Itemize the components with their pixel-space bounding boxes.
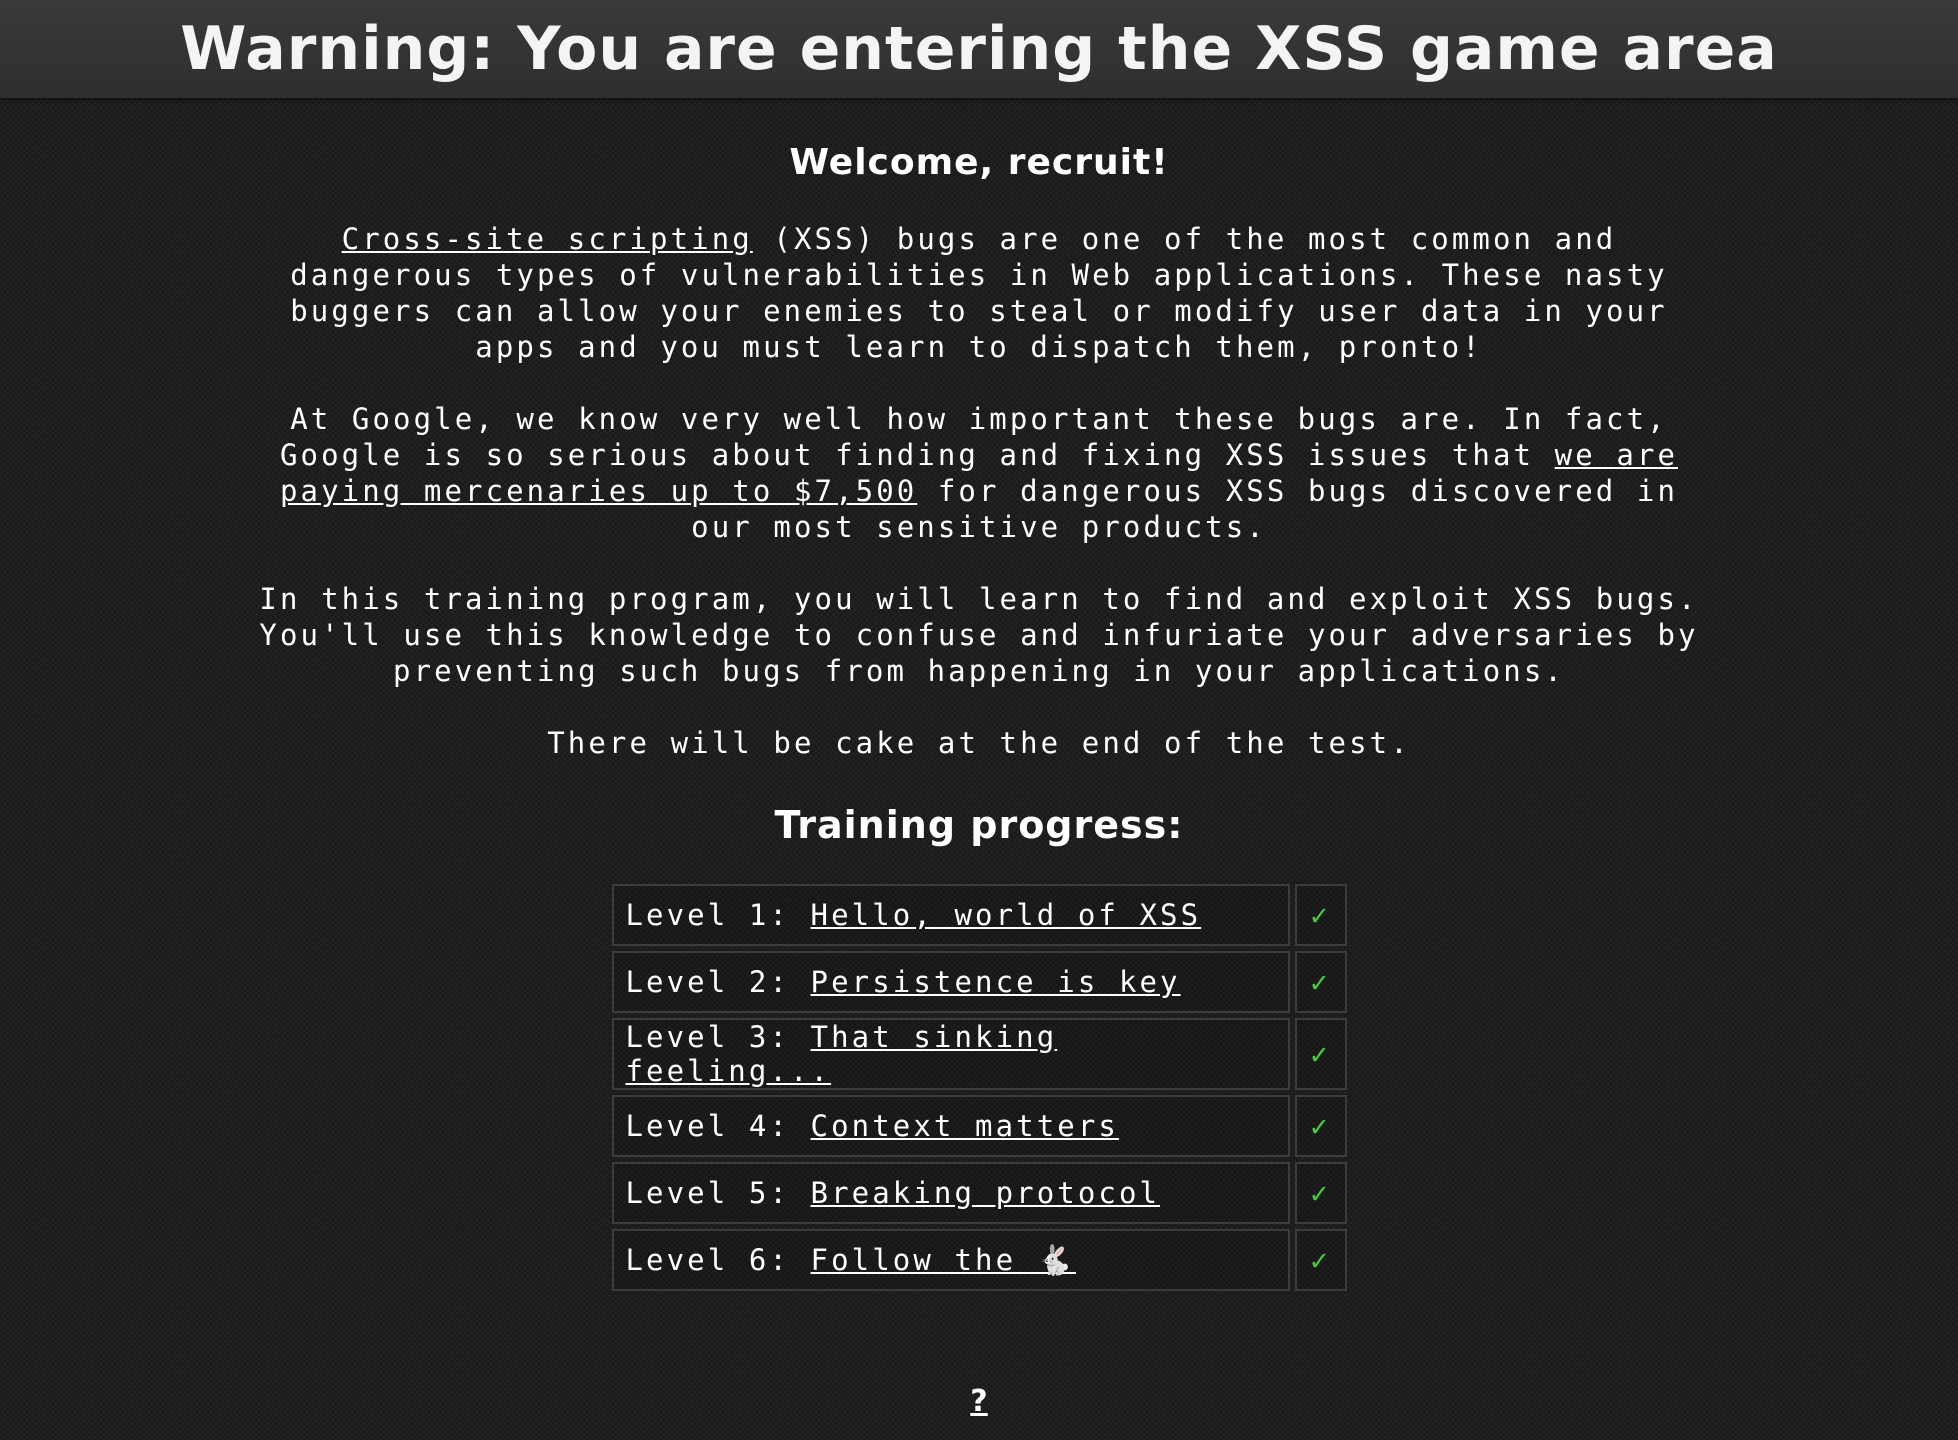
level-label: Level 5: [625,1176,811,1210]
banner-title: Warning: You are entering the XSS game a… [180,14,1778,84]
level-4-link[interactable]: Context matters [811,1109,1119,1143]
level-6-link[interactable]: Follow the 🐇 [811,1243,1076,1277]
level-2-link[interactable]: Persistence is key [811,965,1181,999]
intro-paragraph-1: Cross-site scripting (XSS) bugs are one … [259,221,1699,365]
checkmark-icon: ✓ [1310,1109,1331,1143]
xss-wiki-link[interactable]: Cross-site scripting [342,222,753,256]
intro-paragraph-3: In this training program, you will learn… [259,582,1699,688]
level-cell: Level 6: Follow the 🐇 [611,1229,1290,1291]
level-cell: Level 3: That sinking feeling... [611,1018,1290,1090]
level-label: Level 6: [625,1242,811,1277]
intro-p2-before: At Google, we know very well how importa… [279,402,1668,472]
checkmark-icon: ✓ [1310,1037,1331,1071]
level-label: Level 3: [625,1020,811,1054]
checkmark-icon: ✓ [1310,1176,1331,1210]
checkmark-icon: ✓ [1310,1243,1331,1277]
welcome-heading: Welcome, recruit! [789,142,1169,183]
level-cell: Level 1: Hello, world of XSS [611,884,1290,946]
level-1-status: ✓ [1294,884,1347,946]
level-1-link[interactable]: Hello, world of XSS [811,898,1202,932]
level-row: Level 6: Follow the 🐇 ✓ [611,1229,1347,1291]
level-cell: Level 4: Context matters [611,1095,1290,1157]
intro-paragraph-2: At Google, we know very well how importa… [259,401,1699,545]
intro-text: Cross-site scripting (XSS) bugs are one … [259,221,1699,761]
main-content: Welcome, recruit! Cross-site scripting (… [0,98,1958,1419]
help-area: ? [0,1384,1958,1419]
levels-table: Level 1: Hello, world of XSS ✓ Level 2: … [607,879,1352,1296]
warning-banner: Warning: You are entering the XSS game a… [0,0,1958,98]
checkmark-icon: ✓ [1310,898,1331,932]
level-row: Level 4: Context matters ✓ [611,1095,1347,1157]
level-4-status: ✓ [1294,1095,1347,1157]
intro-paragraph-4: There will be cake at the end of the tes… [547,726,1411,760]
level-label: Level 1: [625,898,811,932]
level-6-status: ✓ [1294,1229,1347,1291]
level-cell: Level 5: Breaking protocol [611,1162,1290,1224]
level-cell: Level 2: Persistence is key [611,951,1290,1013]
level-2-status: ✓ [1294,951,1347,1013]
level-row: Level 1: Hello, world of XSS ✓ [611,884,1347,946]
checkmark-icon: ✓ [1310,965,1331,999]
level-5-link[interactable]: Breaking protocol [811,1176,1161,1210]
level-3-status: ✓ [1294,1018,1347,1090]
level-5-status: ✓ [1294,1162,1347,1224]
level-label: Level 2: [625,965,811,999]
level-row: Level 5: Breaking protocol ✓ [611,1162,1347,1224]
training-progress-heading: Training progress: [774,803,1184,847]
help-link[interactable]: ? [970,1384,987,1419]
level-row: Level 3: That sinking feeling... ✓ [611,1018,1347,1090]
level-row: Level 2: Persistence is key ✓ [611,951,1347,1013]
level-label: Level 4: [625,1109,811,1143]
